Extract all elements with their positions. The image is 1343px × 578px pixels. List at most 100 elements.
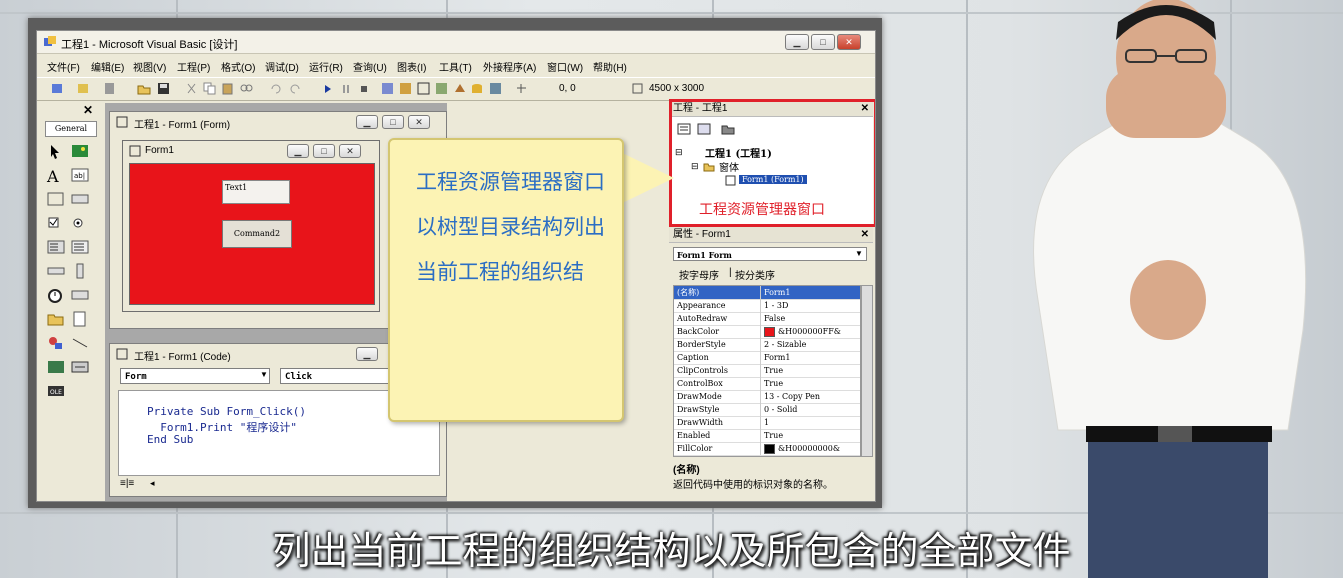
paste-icon[interactable] (221, 82, 235, 95)
menu-editor-icon[interactable] (103, 82, 117, 95)
property-row[interactable]: DrawStyle 0 - Solid (674, 403, 860, 417)
open-folder-icon[interactable] (137, 82, 151, 95)
toolbox-icon[interactable] (453, 82, 467, 95)
menu-file[interactable]: 文件(F) (47, 59, 80, 74)
menu-debug[interactable]: 调试(D) (265, 59, 299, 74)
listbox-tool-icon[interactable] (71, 239, 89, 255)
frame-tool-icon[interactable] (47, 191, 65, 207)
optionbutton-tool-icon[interactable] (71, 215, 89, 231)
cut-icon[interactable] (185, 82, 199, 95)
form1[interactable]: Form1 ▁ □ ✕ Text1 Command2 (122, 140, 380, 312)
designer-minimize-button[interactable]: ▁ (356, 115, 378, 129)
menu-query[interactable]: 查询(U) (353, 59, 387, 74)
commandbutton-tool-icon[interactable] (71, 191, 89, 207)
line-tool-icon[interactable] (71, 335, 89, 351)
subtitle-caption: 列出当前工程的组织结构以及所包含的全部文件 (272, 529, 1071, 573)
property-row[interactable]: DrawMode 13 - Copy Pen (674, 390, 860, 404)
label-tool-icon[interactable]: A (47, 167, 65, 186)
menu-edit[interactable]: 编辑(E) (91, 59, 124, 74)
scroll-left-icon[interactable]: ◂ (150, 478, 155, 489)
end-icon[interactable] (357, 82, 371, 95)
checkbox-tool-icon[interactable] (47, 215, 65, 231)
data-tool-icon[interactable] (71, 359, 89, 375)
command2-button[interactable]: Command2 (222, 220, 292, 248)
tab-categorized[interactable]: 按分类序 (735, 267, 775, 282)
save-icon[interactable] (157, 82, 171, 95)
data-view-icon[interactable] (471, 82, 485, 95)
procedure-view-icon[interactable]: ≡|≡ (120, 478, 134, 489)
copy-icon[interactable] (203, 82, 217, 95)
object-browser-icon[interactable] (435, 82, 449, 95)
break-icon[interactable] (339, 82, 353, 95)
property-description: (名称) 返回代码中使用的标识对象的名称。 (673, 461, 869, 491)
visual-component-manager-icon[interactable] (489, 82, 503, 95)
timer-tool-icon[interactable] (47, 287, 65, 303)
undo-icon[interactable] (269, 82, 283, 95)
menu-tools[interactable]: 工具(T) (439, 59, 472, 74)
form1-client-area[interactable]: Text1 Command2 (129, 163, 375, 305)
ole-tool-icon[interactable]: OLE (47, 383, 65, 399)
add-project-icon[interactable] (51, 82, 65, 95)
property-row[interactable]: Caption Form1 (674, 351, 860, 365)
property-row[interactable]: FillColor &H00000000& (674, 442, 860, 456)
property-row[interactable]: (名称) Form1 (674, 286, 860, 300)
form-layout-icon[interactable] (417, 82, 431, 95)
property-scrollbar[interactable] (861, 285, 873, 457)
hscrollbar-tool-icon[interactable] (47, 263, 65, 279)
menu-format[interactable]: 格式(O) (221, 59, 255, 74)
image-tool-icon[interactable] (47, 359, 65, 375)
object-combo[interactable]: Form (120, 368, 270, 384)
add-form-icon[interactable] (77, 82, 91, 95)
start-icon[interactable] (321, 82, 335, 95)
project-explorer-icon[interactable] (381, 82, 395, 95)
property-row[interactable]: BackColor &H000000FF& (674, 325, 860, 339)
toolbox-tab-general[interactable]: General (45, 121, 97, 137)
maximize-button[interactable]: □ (811, 34, 835, 50)
menu-diagram[interactable]: 图表(I) (397, 59, 426, 74)
menu-addins[interactable]: 外接程序(A) (483, 59, 536, 74)
toolbox-close-icon[interactable]: ✕ (83, 103, 93, 117)
property-row[interactable]: AutoRedraw False (674, 312, 860, 326)
pointer-tool-icon[interactable] (47, 143, 65, 159)
property-row[interactable]: ControlBox True (674, 377, 860, 391)
position-icon (517, 84, 526, 93)
form1-minimize-button[interactable]: ▁ (287, 144, 309, 158)
combobox-tool-icon[interactable] (47, 239, 65, 255)
menu-view[interactable]: 视图(V) (133, 59, 166, 74)
textbox-tool-icon[interactable]: ab| (71, 167, 89, 183)
shape-tool-icon[interactable] (47, 335, 65, 351)
menu-project[interactable]: 工程(P) (177, 59, 210, 74)
picturebox-tool-icon[interactable] (71, 143, 89, 159)
property-row[interactable]: Appearance 1 - 3D (674, 299, 860, 313)
menu-run[interactable]: 运行(R) (309, 59, 343, 74)
property-row[interactable]: DrawWidth 1 (674, 416, 860, 430)
minimize-button[interactable]: ▁ (785, 34, 809, 50)
redo-icon[interactable] (289, 82, 303, 95)
object-selector[interactable]: Form1 Form (673, 247, 867, 261)
backcolor-swatch (764, 327, 775, 337)
property-row[interactable]: ClipControls True (674, 364, 860, 378)
code-minimize-button[interactable]: ▁ (356, 347, 378, 361)
menu-help[interactable]: 帮助(H) (593, 59, 627, 74)
close-button[interactable]: ✕ (837, 34, 861, 50)
property-row[interactable]: Enabled True (674, 429, 860, 443)
text1-textbox[interactable]: Text1 (222, 180, 290, 204)
properties-window: 属性 - Form1 ✕ Form1 Form ▼ 按字母序 | 按分类序 (名… (669, 227, 873, 493)
toolbox: ✕ General A ab| OLE (43, 103, 97, 403)
property-row[interactable]: BorderStyle 2 - Sizable (674, 338, 860, 352)
object-selector-arrow-icon[interactable]: ▼ (855, 249, 863, 258)
form1-maximize-button[interactable]: □ (313, 144, 335, 158)
drivelistbox-tool-icon[interactable] (71, 287, 89, 303)
find-icon[interactable] (239, 82, 253, 95)
properties-window-icon[interactable] (399, 82, 413, 95)
designer-close-button[interactable]: ✕ (408, 115, 430, 129)
filelistbox-tool-icon[interactable] (71, 311, 89, 327)
properties-close-icon[interactable]: ✕ (861, 227, 869, 243)
tab-alphabetic[interactable]: 按字母序 (679, 267, 719, 282)
designer-maximize-button[interactable]: □ (382, 115, 404, 129)
object-combo-arrow-icon[interactable]: ▼ (260, 370, 268, 379)
vscrollbar-tool-icon[interactable] (71, 263, 89, 279)
dirlistbox-tool-icon[interactable] (47, 311, 65, 327)
form1-close-button[interactable]: ✕ (339, 144, 361, 158)
menu-window[interactable]: 窗口(W) (547, 59, 583, 74)
